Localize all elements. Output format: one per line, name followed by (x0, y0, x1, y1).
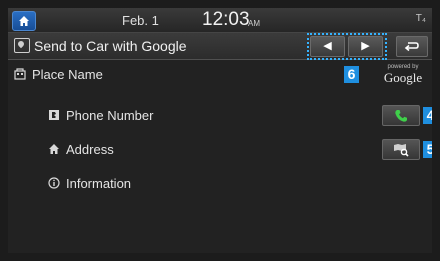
phone-number-row: Phone Number (8, 105, 432, 127)
phone-number-label: Phone Number (66, 108, 154, 123)
building-icon (14, 68, 26, 80)
address-row: Address (8, 139, 432, 161)
information-row: Information (8, 173, 432, 195)
back-button[interactable] (396, 36, 428, 57)
result-navigation: ◀ ▶ (307, 33, 387, 60)
call-button[interactable] (382, 105, 420, 126)
phone-book-icon (48, 109, 60, 121)
powered-by-google-logo: powered by Google (378, 64, 428, 86)
head-unit-screen: Feb. 1 12:03 AM T₄ Send to Car with Goog… (8, 8, 432, 253)
status-indicator-icon: T₄ (415, 13, 426, 24)
home-icon (48, 143, 60, 155)
place-name-label: Place Name (32, 67, 103, 82)
address-label: Address (66, 142, 114, 157)
map-search-button[interactable] (382, 139, 420, 160)
callout-badge-map: 5 (423, 141, 432, 158)
clock-ampm: AM (248, 19, 260, 28)
back-arrow-icon (404, 41, 419, 51)
place-name-row: Place Name (8, 64, 432, 86)
page-title: Send to Car with Google (34, 38, 187, 54)
date-text: Feb. 1 (122, 13, 159, 28)
info-icon (48, 177, 60, 189)
send-to-car-icon (14, 38, 30, 53)
next-button[interactable]: ▶ (348, 36, 383, 57)
clock-time: 12:03 (202, 9, 250, 30)
previous-button[interactable]: ◀ (310, 36, 345, 57)
callout-badge-phone: 4 (423, 107, 432, 124)
home-button[interactable] (12, 11, 36, 31)
status-bar: Feb. 1 12:03 AM T₄ (8, 8, 432, 33)
title-bar: Send to Car with Google ◀ ▶ 6 (8, 33, 432, 83)
information-label: Information (66, 176, 132, 191)
phone-handset-icon (395, 109, 407, 122)
google-wordmark: Google (383, 70, 423, 85)
map-search-icon (394, 143, 409, 157)
home-icon (19, 16, 29, 26)
